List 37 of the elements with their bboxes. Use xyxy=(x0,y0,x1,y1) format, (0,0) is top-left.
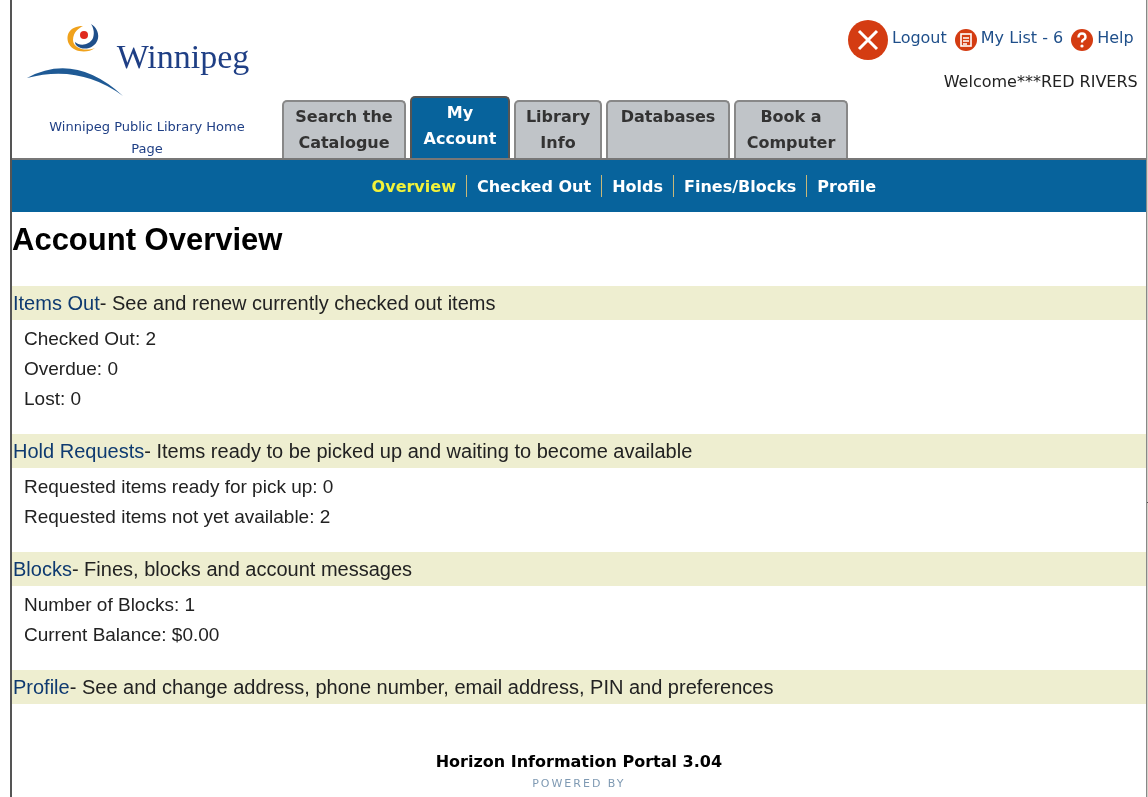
nav-tab[interactable]: Library Info xyxy=(514,100,602,158)
subnav-link[interactable]: Checked Out xyxy=(476,176,592,196)
section-description: - See and renew currently checked out items xyxy=(99,291,496,315)
summary-line: Checked Out: 2 xyxy=(24,327,158,351)
top-link[interactable]: Help xyxy=(1097,27,1134,47)
section-description: - Fines, blocks and account messages xyxy=(71,557,413,581)
top-link[interactable]: My List - 6 xyxy=(980,27,1064,47)
section-link[interactable]: Blocks xyxy=(13,557,72,581)
subnav-link[interactable]: Holds xyxy=(612,176,663,196)
nav-tab[interactable]: Databases xyxy=(606,100,730,158)
summary-line: Requested items ready for pick up: 0 xyxy=(24,475,335,499)
help-icon[interactable] xyxy=(1071,29,1094,51)
close-circle-icon[interactable] xyxy=(848,20,888,60)
powered-by-text: POWERED BY xyxy=(531,777,627,790)
nav-tab[interactable]: My Account xyxy=(410,96,510,158)
top-link[interactable]: Logout xyxy=(892,27,947,47)
section-link[interactable]: Hold Requests xyxy=(13,439,145,463)
section-link[interactable]: Profile xyxy=(13,675,70,699)
subnav-link[interactable]: Fines/Blocks xyxy=(683,176,797,196)
page-heading: Account Overview xyxy=(12,222,284,259)
section-description: - See and change address, phone number, email address, PIN and preferences xyxy=(69,675,774,699)
summary-line: Current Balance: $0.00 xyxy=(24,623,221,647)
section-link[interactable]: Items Out xyxy=(13,291,100,315)
logo-wordmark: Winnipeg xyxy=(116,38,250,76)
subnav-link[interactable]: Profile xyxy=(817,176,877,196)
nav-tab[interactable]: Book a Computer xyxy=(734,100,848,158)
summary-line: Overdue: 0 xyxy=(24,357,119,381)
home-link[interactable]: Winnipeg Public Library Home Page xyxy=(32,116,262,160)
product-name: Horizon Information Portal 3.04 xyxy=(434,752,724,771)
welcome-text: Welcome***RED RIVERS xyxy=(943,72,1138,91)
nav-tab[interactable]: Search the Catalogue xyxy=(282,100,406,158)
summary-line: Lost: 0 xyxy=(24,387,83,411)
summary-line: Number of Blocks: 1 xyxy=(24,593,197,617)
summary-line: Requested items not yet available: 2 xyxy=(24,505,332,529)
subnav-link[interactable]: Overview xyxy=(371,176,456,196)
section-description: - Items ready to be picked up and waiting to become available xyxy=(144,439,693,463)
list-icon[interactable] xyxy=(954,29,977,51)
